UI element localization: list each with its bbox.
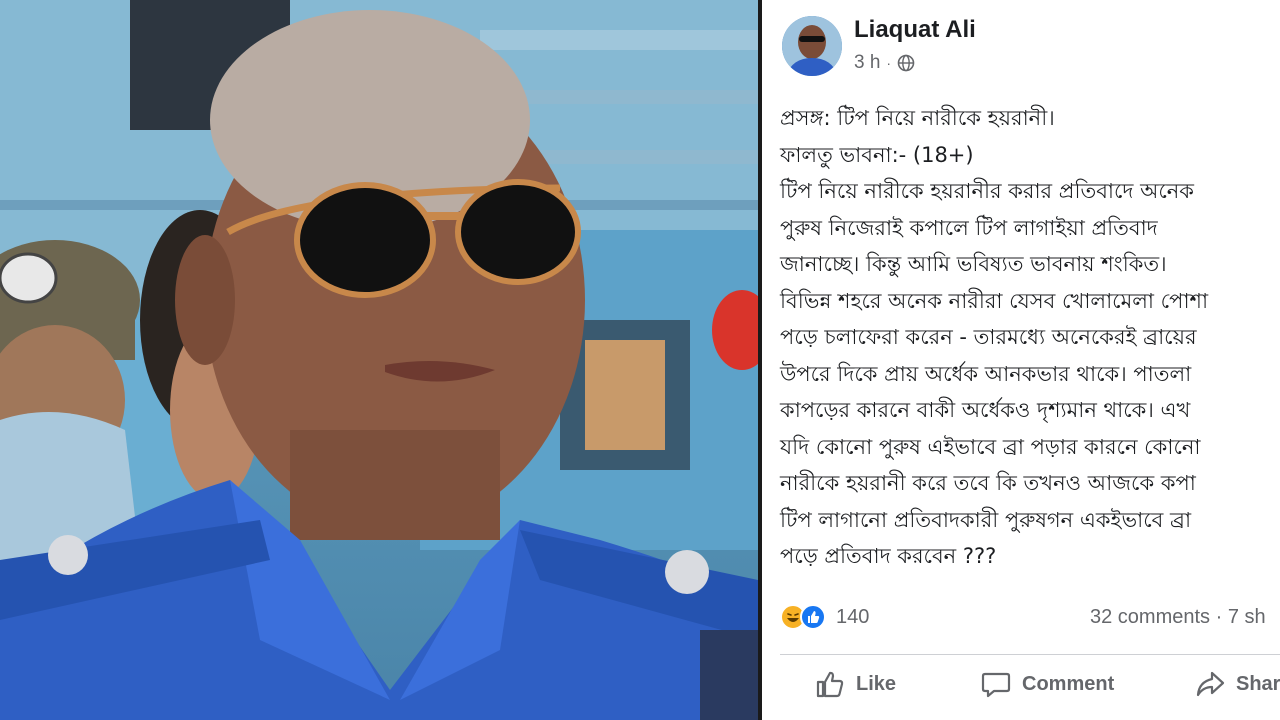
thumbs-up-icon xyxy=(816,671,844,698)
avatar[interactable] xyxy=(782,16,842,76)
post-line: পড়ে প্রতিবাদ করবেন ??? xyxy=(780,544,997,568)
post-line: টিপ নিয়ে নারীকে হয়রানীর করার প্রতিবাদে… xyxy=(780,179,1194,203)
meta-dot: · xyxy=(886,55,892,71)
news-photo xyxy=(0,0,758,720)
post-body: প্রসঙ্গ: টিপ নিয়ে নারীকে হয়রানী। ফালতু… xyxy=(780,100,1280,575)
post-line: উপরে দিকে প্রায় অর্ধেক আনকভার থাকে। পাত… xyxy=(780,361,1192,386)
post-meta: 3 h · xyxy=(854,52,915,74)
share-button[interactable]: Shar xyxy=(1194,668,1280,700)
avatar-image xyxy=(782,16,842,76)
post-line: ফালতু ভাবনা:- (18+) xyxy=(780,142,974,167)
like-label: Like xyxy=(856,672,897,695)
like-button[interactable]: Like xyxy=(814,668,896,700)
post-line: কাপড়ের কারনে বাকী অর্ধেকও দৃশ্যমান থাকে… xyxy=(780,398,1191,422)
share-label: Shar xyxy=(1236,672,1280,695)
post-line: পুরুষ নিজেরাই কপালে টিপ লাগাইয়া প্রতিবা… xyxy=(780,215,1158,240)
globe-icon[interactable] xyxy=(897,54,915,72)
post-line: জানাচ্ছে। কিন্তু আমি ভবিষ্যত ভাবনায় শংক… xyxy=(780,252,1167,276)
action-separator xyxy=(780,654,1280,655)
post-line: বিভিন্ন শহরে অনেক নারীরা যেসব খোলামেলা প… xyxy=(780,288,1209,313)
post-line: পড়ে চলাফেরা করেন - তারমধ্যে অনেকেরই ব্র… xyxy=(780,325,1197,349)
author-name[interactable]: Liaquat Ali xyxy=(854,16,976,44)
post-actions: Like Comment Shar xyxy=(762,668,1280,712)
comment-button[interactable]: Comment xyxy=(980,668,1114,700)
post-line: নারীকে হয়রানী করে তবে কি তখনও আজকে কপা xyxy=(780,471,1196,495)
post-line: প্রসঙ্গ: টিপ নিয়ে নারীকে হয়রানী। xyxy=(780,106,1055,130)
reaction-count: 140 xyxy=(836,605,870,628)
reactions-summary[interactable]: 140 xyxy=(780,604,869,630)
photo-illustration xyxy=(0,0,758,720)
post-line: যদি কোনো পুরুষ এইভাবে ব্রা পড়ার কারনে ক… xyxy=(780,434,1201,459)
comment-icon xyxy=(981,672,1011,698)
like-reaction-icon xyxy=(800,604,826,630)
comments-shares-count[interactable]: 32 comments · 7 sh xyxy=(1090,606,1266,629)
comment-label: Comment xyxy=(1022,672,1115,695)
facebook-post: Liaquat Ali 3 h · প্রসঙ্গ: টিপ নিয়ে নার… xyxy=(762,0,1280,720)
post-time[interactable]: 3 h xyxy=(854,52,880,74)
post-line: টিপ লাগানো প্রতিবাদকারী পুরুষগন একইভাবে … xyxy=(780,507,1192,532)
share-icon xyxy=(1196,671,1225,697)
